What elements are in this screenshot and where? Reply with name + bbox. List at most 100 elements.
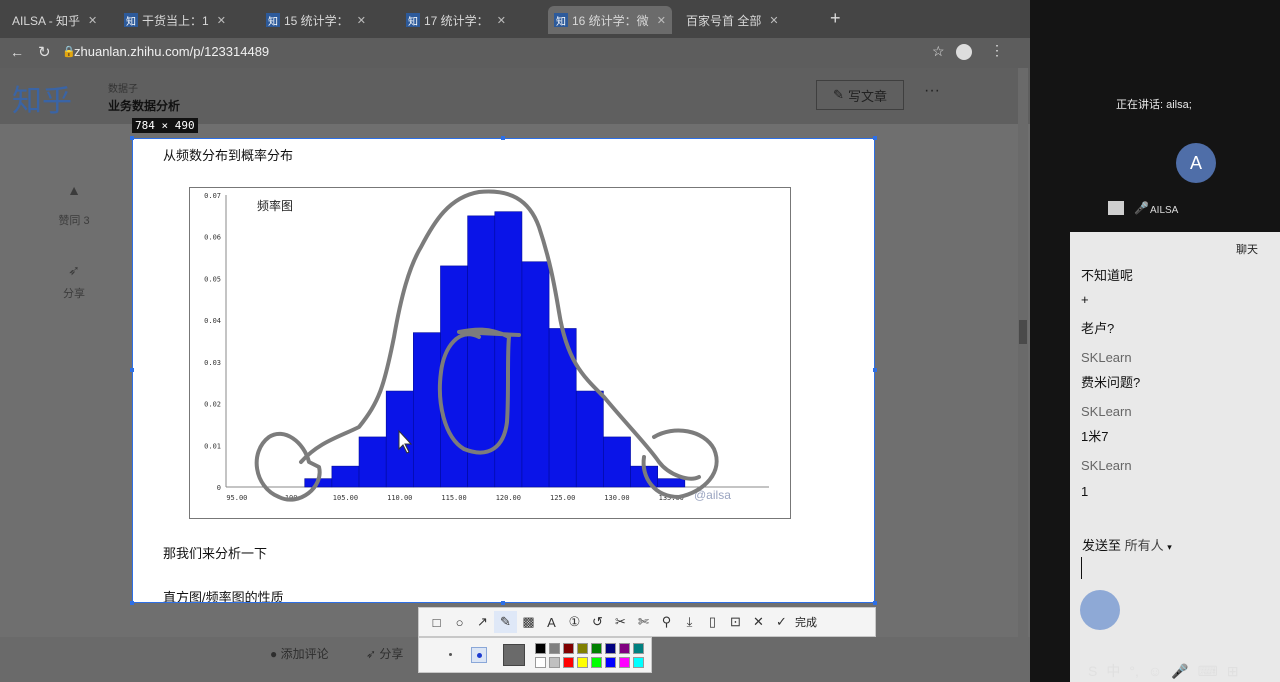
close-tab-icon[interactable]: ✕: [769, 14, 778, 27]
profile-icon[interactable]: [956, 44, 972, 60]
number-icon[interactable]: ①: [563, 611, 586, 633]
column-subtitle[interactable]: 业务数据分析: [108, 97, 180, 114]
color-swatch[interactable]: [605, 643, 616, 654]
rectangle-icon[interactable]: □: [425, 611, 448, 633]
participant-name: AILSA: [1150, 205, 1179, 216]
y-tick-label: 0.02: [204, 401, 221, 409]
close-tab-icon[interactable]: ✕: [657, 14, 666, 27]
color-swatch[interactable]: [591, 657, 602, 668]
color-swatch[interactable]: [549, 643, 560, 654]
save-icon[interactable]: ⊡: [724, 611, 747, 633]
scissors-icon[interactable]: ✄: [632, 611, 655, 633]
url-field[interactable]: zhuanlan.zhihu.com/p/123314489: [74, 44, 914, 64]
comment-button[interactable]: ● 添加评论: [270, 645, 329, 662]
selection-size-label: 784 × 490: [132, 118, 198, 133]
zhihu-logo[interactable]: 知乎: [12, 76, 72, 120]
close-icon[interactable]: ✕: [747, 611, 770, 633]
write-article-button[interactable]: ✎ 写文章: [816, 80, 904, 110]
pen-size-dot: [477, 653, 482, 658]
grid-icon[interactable]: ⊞: [1227, 663, 1239, 680]
like-button[interactable]: ▲ 赞同 3: [50, 182, 98, 228]
color-swatch[interactable]: [577, 643, 588, 654]
resize-handle[interactable]: [130, 601, 134, 605]
y-tick-label: 0.05: [204, 275, 221, 283]
send-to-selector[interactable]: 发送至 所有人 ▾: [1082, 535, 1172, 554]
close-tab-icon[interactable]: ✕: [357, 14, 366, 27]
resize-handle[interactable]: [501, 601, 505, 605]
download-icon[interactable]: ⤓: [678, 611, 701, 633]
color-swatch[interactable]: [563, 657, 574, 668]
star-icon[interactable]: ☆: [932, 43, 945, 60]
check-icon[interactable]: ✓: [770, 611, 793, 633]
chat-message: 1米7: [1081, 429, 1109, 444]
page-scrollbar[interactable]: [1018, 68, 1028, 668]
emoji-icon[interactable]: ☺: [1148, 663, 1162, 679]
resize-handle[interactable]: [130, 368, 134, 372]
chat-sender: SKLearn: [1081, 458, 1132, 473]
browser-tab[interactable]: 知 16 统计学：微 ✕: [548, 6, 672, 34]
arrow-icon[interactable]: ↗: [471, 611, 494, 633]
punct-icon[interactable]: °,: [1129, 663, 1139, 679]
speaking-indicator: 正在讲话: ailsa;: [1116, 99, 1192, 111]
browser-tab[interactable]: 知干货当上：1 ✕: [124, 6, 226, 34]
sogou-icon[interactable]: S: [1088, 663, 1097, 679]
pen-size-small[interactable]: [449, 653, 452, 656]
close-tab-icon[interactable]: ✕: [88, 14, 97, 27]
new-tab-button[interactable]: +: [830, 8, 841, 29]
y-tick-label: 0.06: [204, 234, 221, 242]
resize-handle[interactable]: [501, 136, 505, 140]
phone-icon[interactable]: ▯: [701, 611, 724, 633]
color-swatch[interactable]: [619, 657, 630, 668]
color-swatch[interactable]: [633, 643, 644, 654]
x-tick-label: 120.00: [496, 494, 521, 502]
resize-handle[interactable]: [873, 368, 877, 372]
ime-icon[interactable]: 中: [1106, 661, 1120, 681]
resize-handle[interactable]: [873, 136, 877, 140]
browser-tab[interactable]: 百家号首 全部 ✕: [686, 6, 779, 34]
ellipse-icon[interactable]: ○: [448, 611, 471, 633]
color-swatch[interactable]: [577, 657, 588, 668]
menu-icon[interactable]: ⋮: [990, 42, 1004, 59]
undo-icon[interactable]: ↺: [586, 611, 609, 633]
capture-selection[interactable]: 从频数分布到概率分布 0 0.01 0.02 0.03 0.04 0.05 0.06 0.07…: [132, 138, 875, 603]
color-swatch[interactable]: [563, 643, 574, 654]
keyboard-icon[interactable]: ⌨: [1198, 663, 1218, 680]
back-icon[interactable]: ←: [10, 44, 24, 60]
mic-icon[interactable]: 🎤: [1134, 201, 1149, 215]
pen-icon[interactable]: ✎: [494, 611, 517, 633]
done-button[interactable]: 完成: [795, 614, 817, 630]
pin-icon[interactable]: ⚲: [655, 611, 678, 633]
column-name[interactable]: 数据子: [108, 80, 138, 95]
color-swatch[interactable]: [605, 657, 616, 668]
text-icon[interactable]: A: [540, 611, 563, 633]
more-options-button[interactable]: ···: [924, 82, 940, 100]
tab-label: 15 统计学：: [284, 13, 349, 28]
mosaic-icon[interactable]: ▩: [517, 611, 540, 633]
reload-icon[interactable]: ↻: [38, 43, 51, 61]
crop-icon[interactable]: ✂: [609, 611, 632, 633]
browser-tab[interactable]: 知 15 统计学： ✕: [266, 6, 366, 34]
color-swatch[interactable]: [549, 657, 560, 668]
color-swatch[interactable]: [619, 643, 630, 654]
resize-handle[interactable]: [873, 601, 877, 605]
browser-tab[interactable]: AILSA - 知乎 ✕: [12, 6, 97, 34]
color-swatch[interactable]: [535, 643, 546, 654]
paragraph-analyze: 那我们来分析一下: [163, 546, 268, 561]
current-color[interactable]: [503, 644, 525, 666]
color-swatch[interactable]: [591, 643, 602, 654]
browser-tab[interactable]: 知 17 统计学： ✕: [406, 6, 506, 34]
share-button[interactable]: ➶ 分享: [366, 645, 403, 662]
color-swatch[interactable]: [633, 657, 644, 668]
close-tab-icon[interactable]: ✕: [217, 14, 226, 27]
video-icon[interactable]: [1108, 201, 1124, 215]
resize-handle[interactable]: [130, 136, 134, 140]
close-tab-icon[interactable]: ✕: [497, 14, 506, 27]
tab-label: AILSA - 知乎: [12, 13, 81, 28]
chat-title: 聊天: [1236, 244, 1258, 256]
mic-tray-icon[interactable]: 🎤: [1171, 663, 1188, 680]
chat-input[interactable]: [1081, 557, 1082, 579]
color-swatch[interactable]: [535, 657, 546, 668]
share-side-button[interactable]: ➶ 分享: [50, 262, 98, 301]
article-heading: 从频数分布到概率分布: [163, 148, 294, 163]
scrollbar-thumb[interactable]: [1019, 320, 1027, 344]
